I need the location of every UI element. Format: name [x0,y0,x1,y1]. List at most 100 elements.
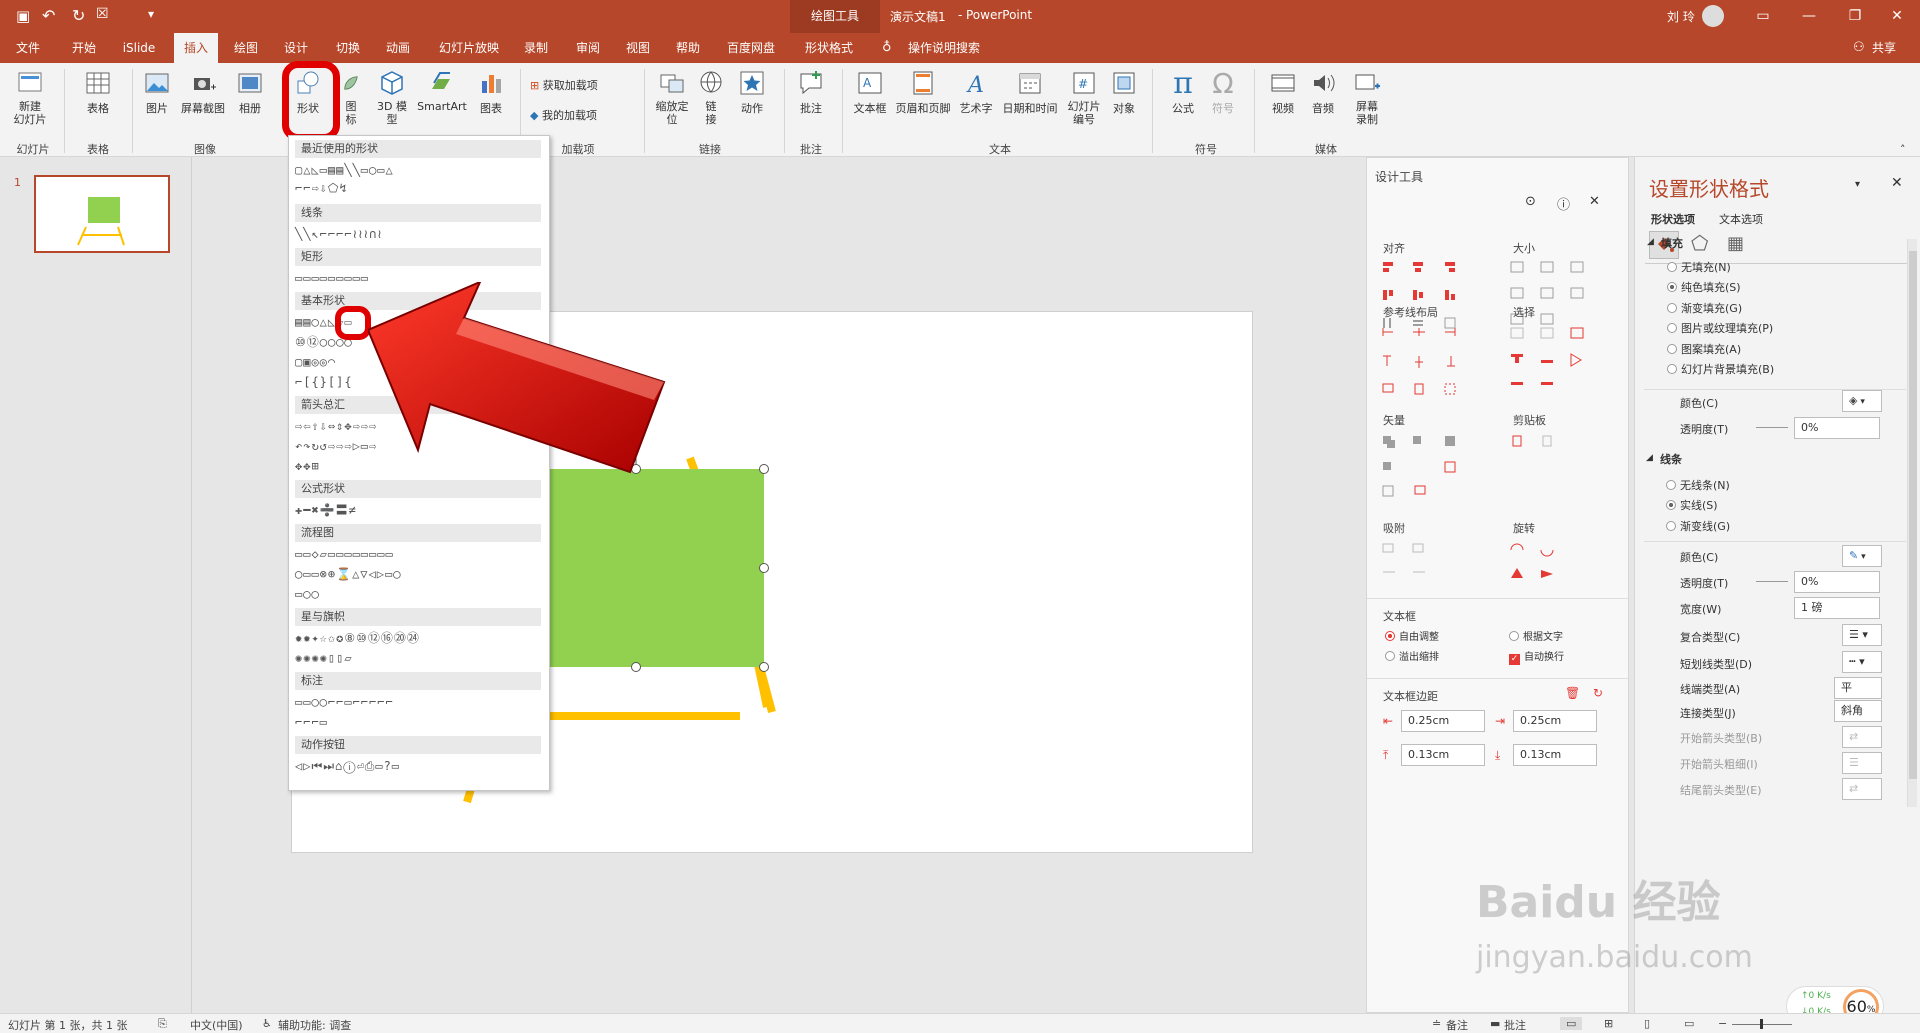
3d-model-button[interactable]: 3D 模 型 [372,69,412,126]
language-indicator[interactable]: 中文(中国) [190,1017,243,1033]
shape-row[interactable]: ✺✺✺✺▯▯▱ [295,650,353,666]
screenshot-button[interactable]: 屏幕截图 [178,69,228,116]
zoom-slider[interactable] [1732,1019,1792,1029]
ribbon-display-icon[interactable]: ▭ [1740,0,1786,33]
shape-row[interactable]: ╲╲↖⌐⌐⌐⌐≀≀≀∩≀ [295,226,383,242]
fill-option-background[interactable]: 幻灯片背景填充(B) [1667,361,1774,377]
tab-help[interactable]: 帮助 [666,33,710,63]
restore-icon[interactable]: ❐ [1832,0,1878,33]
shape-row[interactable]: ◯▭▭⊗⊕⌛△▽◁▷▭◯ [295,566,401,582]
fill-option-solid[interactable]: 纯色填充(S) [1667,279,1741,295]
shape-row[interactable]: ⌐[{}[]{ [295,374,353,390]
shape-row[interactable]: ⌐⌐⌐▭ [295,714,328,730]
action-button[interactable]: 动作 [734,69,770,116]
shape-row[interactable]: ▭▭◯◯⌐⌐▭⌐⌐⌐⌐⌐ [295,694,394,710]
collapse-ribbon-icon[interactable]: ˄ [1900,143,1906,156]
tab-file[interactable]: 文件 [6,33,50,63]
tab-islide[interactable]: iSlide [114,33,164,63]
normal-view-icon[interactable]: ▭ [1560,1017,1583,1030]
tell-me-search[interactable]: 操作说明搜索 [902,33,986,63]
tab-animations[interactable]: 动画 [376,33,420,63]
tab-text-options[interactable]: 文本选项 [1719,211,1763,227]
tab-draw[interactable]: 绘图 [224,33,268,63]
smartart-button[interactable]: SmartArt [414,69,470,113]
tab-shape-format[interactable]: 形状格式 [796,33,862,63]
close-format-pane-icon[interactable]: ✕ [1891,175,1903,191]
tab-shape-options[interactable]: 形状选项 [1651,211,1695,227]
wordart-button[interactable]: A 艺术字 [956,69,996,116]
shape-row[interactable]: ⌐⌐⇨⇩⬠↯ [295,180,348,196]
slide-number-button[interactable]: # 幻灯片 编号 [1064,69,1104,126]
shrink-overflow-radio[interactable]: 溢出缩排 [1385,648,1439,663]
zoom-out-icon[interactable]: − [1718,1017,1727,1030]
audio-button[interactable]: 音频 [1306,69,1340,116]
comments-button[interactable]: 批注 [1504,1017,1526,1033]
fill-header-label[interactable]: 填充 [1661,235,1683,251]
tab-review[interactable]: 审阅 [566,33,610,63]
comment-button[interactable]: 批注 [794,69,828,116]
slideshow-view-icon[interactable]: ▭ [1684,1017,1694,1030]
textbox-button[interactable]: A 文本框 [850,69,890,116]
auto-wrap-checkbox[interactable]: ✓ 自动换行 [1509,648,1564,665]
chart-button[interactable]: 图表 [474,69,508,116]
new-slide-button[interactable]: 新建 幻灯片 [8,69,52,126]
resize-handle[interactable] [759,563,769,573]
tab-record[interactable]: 录制 [514,33,558,63]
undo-icon[interactable]: ↶ [42,6,55,25]
shape-row[interactable]: ✥✥⊞ [295,458,320,474]
table-button[interactable]: 表格 [78,69,118,116]
resize-handle[interactable] [759,464,769,474]
minimize-icon[interactable]: — [1786,0,1832,33]
user-name[interactable]: 刘 玲 [1667,8,1695,25]
resize-handle[interactable] [759,662,769,672]
picture-button[interactable]: 图片 [140,69,174,116]
notes-button[interactable]: 备注 [1446,1017,1468,1033]
help-icon[interactable]: ⓘ [1557,194,1570,213]
save-icon[interactable]: ▣ [16,7,30,25]
qat-more-icon[interactable]: ▾ [148,7,154,21]
datetime-button[interactable]: 日期和时间 [998,69,1062,116]
tab-insert[interactable]: 插入 [174,33,218,63]
margin-top-input[interactable]: 0.13cm [1401,744,1485,766]
fill-transparency-input[interactable]: 0% [1794,417,1880,439]
shape-row[interactable]: ✚━✖➗〓≠ [295,502,357,518]
shape-row[interactable]: ✹✹✦☆✩✪⑧⑩⑫⑯⑳㉔ [295,630,420,646]
reset-icon[interactable]: ↻ [1593,686,1603,700]
slide-thumbnail[interactable] [34,175,170,253]
presenter-icon[interactable]: ☒ [96,6,109,22]
redo-icon[interactable]: ↻ [72,6,85,25]
tab-baidu-netdisk[interactable]: 百度网盘 [718,33,784,63]
symbol-button[interactable]: Ω 符号 [1206,69,1240,116]
fit-text-radio[interactable]: 根据文字 [1509,628,1563,643]
reading-view-icon[interactable]: ▯ [1644,1017,1650,1030]
icons-button[interactable]: 图 标 [340,69,362,126]
tab-slideshow[interactable]: 幻灯片放映 [430,33,508,63]
shape-row[interactable]: ▭▭◇▱▭▭▭▭▭▭▭▭ [295,546,394,562]
my-addins-button[interactable]: ◆ 我的加载项 [530,107,630,123]
shape-row[interactable]: ⇨⇦⇧⇩⇔⇕✥⇨⇨⇨ [295,418,377,434]
link-button[interactable]: 链 接 [694,69,728,126]
margin-right-input[interactable]: 0.25cm [1513,710,1597,732]
shape-row[interactable]: ▢△◺▭▤▤╲╲▭◯▭△ [295,162,394,178]
tab-design[interactable]: 设计 [274,33,318,63]
pane-options-icon[interactable]: ▾ [1855,179,1860,190]
equation-button[interactable]: π 公式 [1166,69,1200,116]
video-button[interactable]: 视频 [1266,69,1300,116]
tab-home[interactable]: 开始 [62,33,106,63]
header-footer-button[interactable]: 页眉和页脚 [892,69,954,116]
fill-option-picture[interactable]: 图片或纹理填充(P) [1667,320,1773,336]
margin-bottom-input[interactable]: 0.13cm [1513,744,1597,766]
trash-icon[interactable]: 🗑 [1565,686,1580,700]
object-button[interactable]: 对象 [1108,69,1140,116]
get-addins-button[interactable]: ⊞ 获取加载项 [530,77,620,93]
shape-row[interactable]: ↶↷↻↺⇨⇨⇨▷▭⇨ [295,438,377,454]
zoom-slider-thumb[interactable] [1760,1019,1763,1029]
fill-option-gradient[interactable]: 渐变填充(G) [1667,300,1742,316]
auto-fit-radio[interactable]: 自由调整 [1385,628,1439,643]
screen-record-button[interactable]: 屏幕 录制 [1350,69,1384,126]
accessibility-status[interactable]: 辅助功能: 调查 [278,1017,351,1033]
tab-transitions[interactable]: 切换 [326,33,370,63]
album-button[interactable]: 相册 [232,69,268,116]
avatar[interactable] [1702,5,1724,27]
shape-row[interactable]: ◁▷⏮⏭⌂ⓘ⏎⎙▭?▭ [295,758,400,774]
